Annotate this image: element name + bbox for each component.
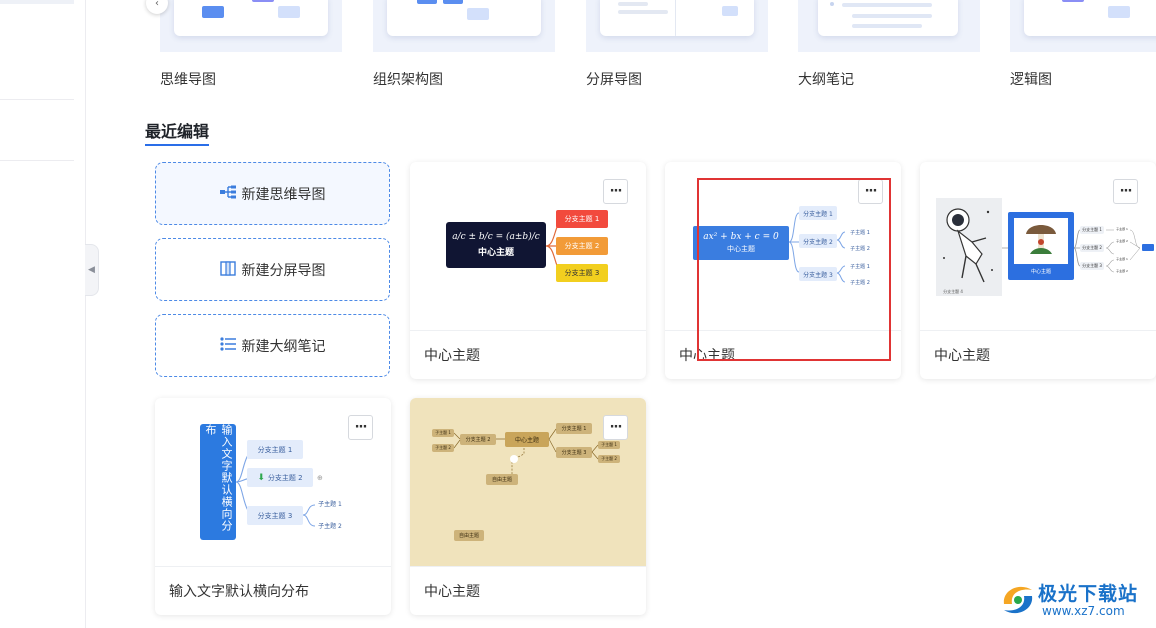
sub-topic: 子主题 2 [1116, 239, 1128, 243]
watermark: 极光下载站 www.xz7.com [998, 578, 1154, 622]
branch-topic-row: ⬇ 分支主题 2 [247, 468, 313, 487]
left-sidebar [0, 0, 86, 628]
branch-topic: 分支主题 3 [1080, 262, 1104, 270]
chevron-left-icon: ◀ [88, 265, 95, 275]
template-label: 逻辑图 [1010, 72, 1052, 88]
template-preview [387, 0, 541, 36]
branch-topic: 分支主题 3 [556, 264, 608, 282]
sub-topic: 子主题 1 [432, 429, 454, 437]
branch-topic: 分支主题 2 [1080, 244, 1104, 252]
template-mindmap[interactable] [160, 0, 342, 52]
new-mindmap-button[interactable]: 新建思维导图 [155, 162, 390, 225]
recent-file-card[interactable]: 分支主题 4 中心主题 分支主题 1 分支主题 2 分支主题 3 子主题 1 子… [920, 162, 1156, 379]
more-options-button[interactable]: ··· [1113, 179, 1138, 204]
free-topic: 自由主题 [454, 530, 484, 541]
branch-topic: 分支主题 2 [267, 473, 303, 482]
sub-topic: 子主题 1 [850, 229, 870, 236]
template-logic-chart[interactable] [1010, 0, 1156, 52]
card-title: 输入文字默认横向分布 [169, 584, 309, 600]
center-topic-image: 中心主题 [1008, 212, 1074, 280]
sub-topic: 子主题 2 [432, 444, 454, 452]
section-underline [145, 144, 209, 146]
sidebar-divider [0, 160, 74, 161]
summary-node [1142, 244, 1154, 251]
center-topic: 中心主题 [1030, 268, 1051, 275]
branch-topic: 分支主题 2 [799, 234, 837, 248]
sidebar-divider [0, 99, 74, 100]
sub-topic: 子主题 2 [850, 279, 870, 286]
sub-topic: 子主题 2 [850, 245, 870, 252]
template-label: 大纲笔记 [798, 72, 854, 88]
card-divider [920, 330, 1156, 331]
card-divider [155, 566, 391, 567]
chevron-left-icon: ‹ [155, 0, 159, 9]
recent-file-card[interactable]: 输入文字默认横向分布 分支主题 1 ⬇ 分支主题 2 ⊕ 分支主题 3 子主题 … [155, 398, 391, 615]
split-icon [219, 260, 236, 279]
sidebar-collapse-button[interactable]: ◀ [85, 244, 99, 296]
more-options-button[interactable]: ··· [858, 179, 883, 204]
template-preview [600, 0, 754, 36]
anchor-dot [510, 455, 518, 463]
sub-topic: 子主题 2 [1116, 269, 1128, 273]
branch-topic: 分支主题 1 [556, 210, 608, 228]
template-preview [818, 0, 958, 36]
formula-text: a/c ± b/c = (a±b)/c [452, 232, 540, 242]
card-title: 中心主题 [424, 584, 480, 600]
sub-topic: 子主题 1 [1116, 257, 1128, 261]
center-topic: 中心主题 [727, 245, 755, 253]
new-split-map-button[interactable]: 新建分屏导图 [155, 238, 390, 301]
free-topic: 自由主题 [486, 474, 518, 485]
mindmap-icon [219, 185, 236, 202]
sub-topic: 子主题 1 [318, 500, 342, 508]
watermark-url: www.xz7.com [1042, 604, 1125, 618]
formula-text: ax² + bx + c = 0 [703, 232, 779, 242]
card-divider [410, 330, 646, 331]
section-title: 最近编辑 [145, 122, 210, 141]
card-divider [410, 566, 646, 567]
sub-topic: 子主题 1 [850, 263, 870, 270]
sub-topic: 子主题 1 [1116, 227, 1128, 231]
template-split-view[interactable] [586, 0, 768, 52]
image-caption: 分支主题 4 [943, 289, 963, 294]
card-title: 中心主题 [424, 348, 480, 364]
watermark-title: 极光下载站 [1038, 583, 1139, 605]
template-preview [1024, 0, 1156, 36]
recent-file-card[interactable]: 中心主题 分支主题 2 子主题 1 子主题 2 分支主题 1 分支主题 3 子主… [410, 398, 646, 615]
new-outline-note-label: 新建大纲笔记 [241, 338, 326, 355]
watermark-logo-icon [1003, 586, 1033, 614]
new-split-map-label: 新建分屏导图 [241, 262, 326, 279]
card-title: 中心主题 [679, 348, 735, 364]
template-org-chart[interactable] [373, 0, 555, 52]
branch-topic: 分支主题 1 [247, 440, 303, 459]
astronaut-image [936, 198, 1002, 296]
more-options-button[interactable]: ··· [603, 179, 628, 204]
branch-topic: 分支主题 2 [556, 237, 608, 255]
branch-topic: 分支主题 3 [247, 506, 303, 525]
template-label: 分屏导图 [586, 72, 642, 88]
app-page: ◀ ‹ 思维导图 组织架构图 分屏导图 大纲笔记 逻辑图 最近编辑 新建思维导图… [0, 0, 1156, 628]
outline-icon [219, 337, 236, 354]
more-options-button[interactable]: ··· [348, 415, 373, 440]
new-outline-note-button[interactable]: 新建大纲笔记 [155, 314, 390, 377]
add-circle-icon: ⊕ [317, 474, 323, 482]
card-title: 中心主题 [934, 348, 990, 364]
card-divider [665, 330, 901, 331]
new-mindmap-label: 新建思维导图 [241, 186, 326, 203]
center-topic: 输入文字默认横向分布 [200, 424, 236, 540]
more-options-button[interactable]: ··· [603, 415, 628, 440]
template-outline-notes[interactable] [798, 0, 980, 52]
sub-topic: 子主题 2 [318, 522, 342, 530]
branch-topic: 分支主题 1 [1080, 226, 1104, 234]
branch-topic: 分支主题 1 [799, 206, 837, 220]
template-preview [174, 0, 328, 36]
branch-topic: 分支主题 3 [799, 267, 837, 281]
arrow-down-icon: ⬇ [257, 472, 265, 483]
template-label: 组织架构图 [373, 72, 443, 88]
center-topic: 中心主题 [477, 248, 514, 258]
recent-file-card[interactable]: a/c ± b/c = (a±b)/c 中心主题 分支主题 1 分支主题 2 分… [410, 162, 646, 379]
sidebar-active-item[interactable] [0, 0, 74, 4]
template-label: 思维导图 [160, 72, 216, 88]
recent-file-card[interactable]: ax² + bx + c = 0 中心主题 分支主题 1 分支主题 2 分支主题… [665, 162, 901, 379]
